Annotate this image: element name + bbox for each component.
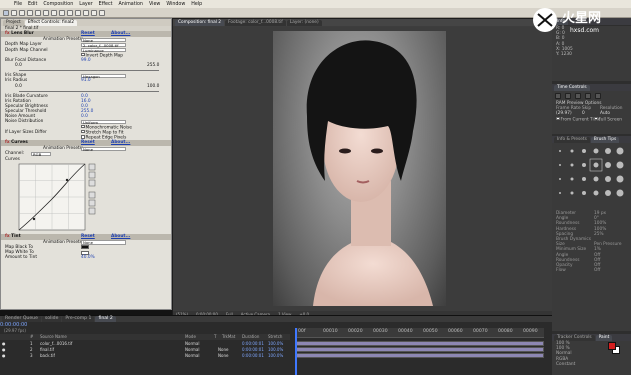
brush-tool-icon[interactable] [75,9,81,16]
menu-file[interactable]: File [14,2,22,7]
next-frame-icon[interactable] [585,93,591,99]
rotation-tool-icon[interactable] [27,9,33,16]
menu-view[interactable]: View [149,2,160,7]
time-ruler[interactable]: 00f 00010 00020 00030 00040 00050 00060 … [296,328,544,338]
slider-row: 0.0 100.0 [1,84,171,94]
composition-viewer[interactable] [173,27,553,311]
foreground-color-swatch[interactable] [608,342,616,350]
menu-window[interactable]: Window [166,2,185,7]
menu-edit[interactable]: Edit [28,2,37,7]
effect-controls-tabs: Project Effect Controls: final2 [1,19,171,26]
layer-bar[interactable] [296,341,544,346]
menu-animation[interactable]: Animation [118,2,142,7]
pen-tool-icon[interactable] [59,9,65,16]
menu-layer[interactable]: Layer [79,2,92,7]
focal-slider[interactable] [19,70,159,72]
time-controls-panel: Time Controls RAM Preview Options Frame … [552,84,631,134]
tab-footage[interactable]: Footage: color_f...0008.tif [225,20,286,26]
layer-bar[interactable] [296,347,544,352]
tab-composition[interactable]: Composition: final 2 [175,20,225,26]
paint-duration[interactable]: Constant [552,362,631,367]
timeline-panel: Render Queue solide Pre-comp 1 final 2 0… [0,315,552,375]
trkmat-dropdown[interactable]: None [218,353,228,359]
stretch-map-checkbox[interactable] [81,129,85,134]
hxsd-logo: 火星网 hxsd.com [530,3,625,37]
curves-graph[interactable] [1,162,173,234]
invert-depth-checkbox[interactable] [81,52,85,57]
text-tool-icon[interactable] [67,9,73,16]
effect-name: Lens Blur [11,31,34,37]
clone-stamp-tool-icon[interactable] [83,9,89,16]
radius-slider[interactable] [19,90,159,92]
fx-icon[interactable]: fx [5,31,10,36]
full-screen-checkbox[interactable] [594,116,598,121]
amount-to-tint-value[interactable]: 40.0% [81,255,95,260]
brush-tips-panel: Info & Presets Brush Tips Diameter 19 px A… [552,136,631,331]
paint-panel: Tracker Controls Paint 100 % 100 % Normal… [552,334,631,375]
info-y: Y: 1230 [556,51,572,57]
play-icon[interactable] [575,93,581,99]
tab-time-controls[interactable]: Time Controls [554,85,590,91]
current-time-indicator[interactable] [295,328,297,375]
composition-panel: Composition: final 2 Footage: color_f...… [172,18,553,317]
param-row: Amount to Tint 40.0% [5,255,95,261]
from-current-checkbox[interactable] [556,116,560,121]
effect-controls-panel: Project Effect Controls: final2 final 2 … [0,18,172,310]
hand-tool-icon[interactable] [11,9,17,16]
slider-row: 0.0 255.0 [1,63,171,73]
fx-icon[interactable]: fx [5,140,10,145]
menu-help[interactable]: Help [191,2,202,7]
eraser-tool-icon[interactable] [91,9,97,16]
rectangle-mask-tool-icon[interactable] [51,9,57,16]
blend-mode-dropdown[interactable]: Normal [185,353,199,359]
brush-grid[interactable] [552,143,631,209]
composition-tabs: Composition: final 2 Footage: color_f...… [173,19,551,26]
fx-icon[interactable]: fx [5,234,10,239]
menu-composition[interactable]: Composition [43,2,73,7]
puppet-tool-icon[interactable] [99,9,105,16]
menu-effect[interactable]: Effect [99,2,113,7]
playback-buttons [552,91,631,101]
monochromatic-checkbox[interactable] [81,124,85,129]
logo-text: 火星网 [562,11,601,26]
zoom-tool-icon[interactable] [19,9,25,16]
composition-canvas[interactable] [273,31,446,306]
layer-row[interactable]: ● 3 back.tif Normal None 0:00:00:01 100.… [0,353,290,359]
first-frame-icon[interactable] [555,93,561,99]
timeline-column-headers: # Source Name Mode T TrkMat Duration Str… [0,334,290,340]
eye-icon[interactable]: ● [2,353,6,359]
last-frame-icon[interactable] [595,93,601,99]
layer-bar[interactable] [296,353,544,358]
black-color-swatch[interactable] [81,245,89,250]
curves-area [1,162,171,234]
portrait-image [306,40,433,306]
tab-layer[interactable]: Layer: (none) [286,20,322,26]
selection-tool-icon[interactable] [3,9,9,16]
prev-frame-icon[interactable] [565,93,571,99]
pan-behind-tool-icon[interactable] [43,9,49,16]
camera-tool-icon[interactable] [35,9,41,16]
preview-options: From Current Time Full Screen [552,116,631,122]
repeat-edge-checkbox[interactable] [81,135,85,139]
logo-sub: hxsd.com [570,27,599,34]
brush-param: Flow Off [556,268,601,274]
right-panel-column: Info R: 0 G: 0 B: 0 A: 0 X: 1005 Y: 1230… [552,18,631,375]
